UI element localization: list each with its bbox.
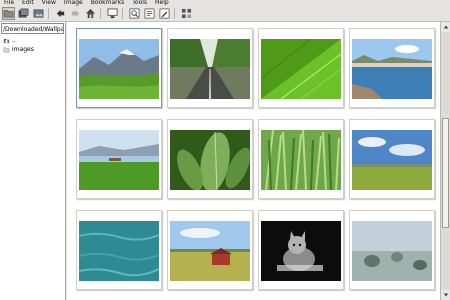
gallery-icon (181, 8, 192, 19)
thumbnail-image (352, 221, 432, 281)
thumbnail-image (261, 39, 341, 99)
thumbnail-image (79, 221, 159, 281)
zoom-button[interactable] (128, 7, 141, 20)
scrollbar-thumb[interactable] (442, 118, 449, 228)
thumbnail-image (79, 130, 159, 190)
arrow-up-icon (443, 25, 448, 29)
thumbnail-field-and-clouds[interactable] (349, 119, 435, 199)
back-icon (56, 9, 65, 18)
scroll-down-button[interactable] (441, 290, 450, 300)
folder-sidebar: /Downloaded/Wallpapers .. images (0, 22, 66, 300)
path-field[interactable]: /Downloaded/Wallpapers (1, 23, 64, 34)
page-button[interactable] (143, 7, 156, 20)
tree-item-images[interactable]: images (0, 45, 65, 54)
folder-icon (3, 46, 10, 53)
toolbar-separator (122, 8, 123, 19)
open-folder-button[interactable] (2, 7, 15, 20)
tree-item-label: .. (12, 37, 16, 44)
thumbnail-grid (67, 22, 440, 300)
thumbnail-image (352, 130, 432, 190)
thumbnail-image (170, 221, 250, 281)
home-icon (85, 8, 96, 19)
zoom-icon (129, 8, 140, 19)
thumbnail-image (261, 130, 341, 190)
toolbar-separator (100, 8, 101, 19)
vertical-scrollbar[interactable] (440, 22, 450, 300)
thumbnail-green-leaf-macro[interactable] (258, 28, 344, 108)
arrow-down-icon (443, 293, 448, 297)
stack-button[interactable] (17, 7, 30, 20)
page-edit-icon (159, 8, 170, 19)
toolbar-separator (174, 8, 175, 19)
tree-item-label: images (12, 46, 34, 53)
monitor-icon (107, 8, 118, 19)
thumbnail-lake-and-field[interactable] (76, 119, 162, 199)
image-button[interactable] (32, 7, 45, 20)
toolbar-separator (48, 8, 49, 19)
toolbar (0, 6, 450, 22)
thumbnail-red-barn-field[interactable] (167, 210, 253, 290)
thumbnail-black-white-kitten[interactable] (258, 210, 344, 290)
image-icon (33, 9, 44, 18)
thumbnail-grass-closeup[interactable] (258, 119, 344, 199)
thumbnail-turquoise-water[interactable] (76, 210, 162, 290)
gallery-button[interactable] (180, 7, 193, 20)
thumbnail-mountain-meadow[interactable] (76, 28, 162, 108)
thumbnail-image (79, 39, 159, 99)
page-edit-button[interactable] (158, 7, 171, 20)
scroll-up-button[interactable] (441, 22, 450, 32)
stack-icon (18, 8, 29, 18)
home-button[interactable] (84, 7, 97, 20)
open-folder-icon (3, 10, 14, 18)
thumbnail-image (352, 39, 432, 99)
thumbnail-image (170, 130, 250, 190)
forward-icon (71, 9, 80, 18)
back-button[interactable] (54, 7, 67, 20)
monitor-button[interactable] (106, 7, 119, 20)
thumbnail-tree-lined-road[interactable] (167, 28, 253, 108)
folder-up-icon (3, 37, 10, 44)
forward-button[interactable] (69, 7, 82, 20)
page-icon (144, 8, 155, 19)
thumbnail-seaside-town[interactable] (349, 28, 435, 108)
thumbnail-misty-trees[interactable] (349, 210, 435, 290)
thumbnail-green-leaves[interactable] (167, 119, 253, 199)
thumbnail-image (170, 39, 250, 99)
thumbnail-image (261, 221, 341, 281)
tree-item-parent[interactable]: .. (0, 36, 65, 45)
